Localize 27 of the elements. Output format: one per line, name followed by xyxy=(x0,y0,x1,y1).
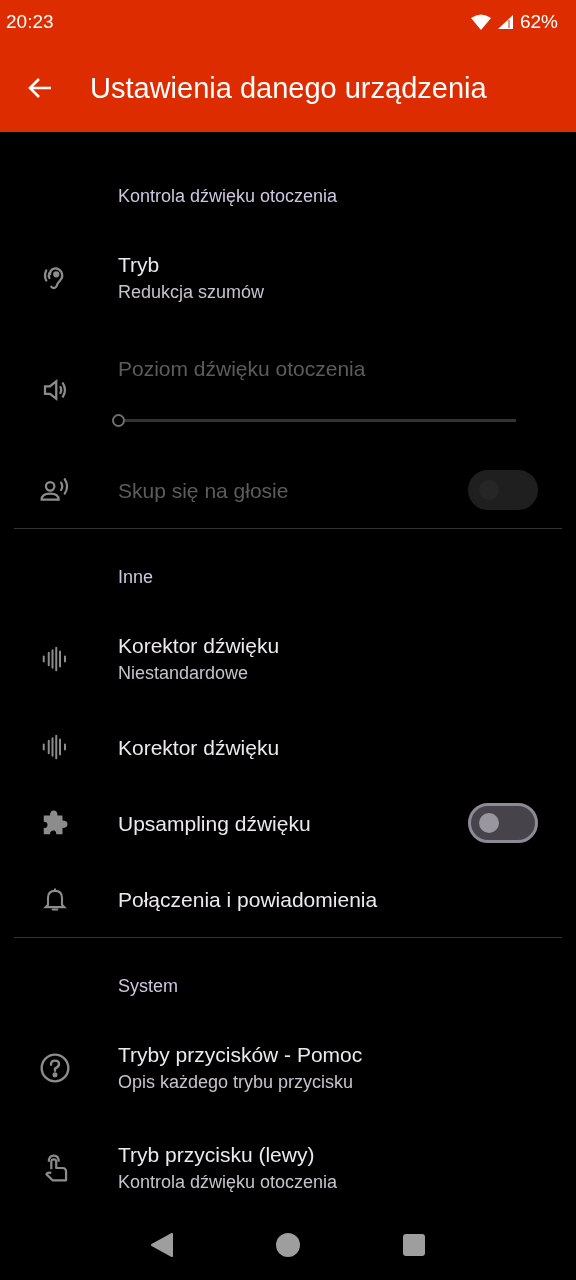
screen-title: Ustawienia danego urządzenia xyxy=(90,71,487,105)
back-nav-icon[interactable] xyxy=(151,1233,174,1257)
setting-title: Tryb przycisku (lewy) xyxy=(118,1142,316,1168)
recents-nav-icon[interactable] xyxy=(402,1234,425,1256)
setting-title: Skup się na głosie xyxy=(118,477,290,504)
section-header: Inne xyxy=(117,566,155,589)
setting-summary: Opis każdego trybu przycisku xyxy=(118,1071,355,1094)
setting-title: Korektor dźwięku xyxy=(118,633,281,659)
setting-summary: Redukcja szumów xyxy=(118,281,266,304)
setting-title: Tryby przycisków - Pomoc xyxy=(118,1042,364,1068)
setting-title: Upsampling dźwięku xyxy=(118,810,312,837)
setting-summary: Niestandardowe xyxy=(118,662,250,685)
help-icon xyxy=(39,1052,71,1084)
toggle-switch[interactable] xyxy=(468,803,538,843)
signal-icon xyxy=(496,14,514,30)
setting-title: Korektor dźwięku xyxy=(118,734,281,761)
section-header: System xyxy=(117,975,179,998)
section-header: Kontrola dźwięku otoczenia xyxy=(117,185,339,208)
back-arrow-icon xyxy=(27,76,53,100)
slider-label: Poziom dźwięku otoczenia xyxy=(118,355,367,382)
setting-summary: Kontrola dźwięku otoczenia xyxy=(118,1171,339,1194)
status-time: 20:23 xyxy=(6,11,54,33)
wifi-icon xyxy=(470,14,491,30)
battery-percentage: 62% xyxy=(519,11,558,33)
setting-title: Połączenia i powiadomienia xyxy=(118,886,379,913)
home-nav-icon[interactable] xyxy=(276,1233,300,1257)
setting-title: Tryb xyxy=(118,252,161,278)
